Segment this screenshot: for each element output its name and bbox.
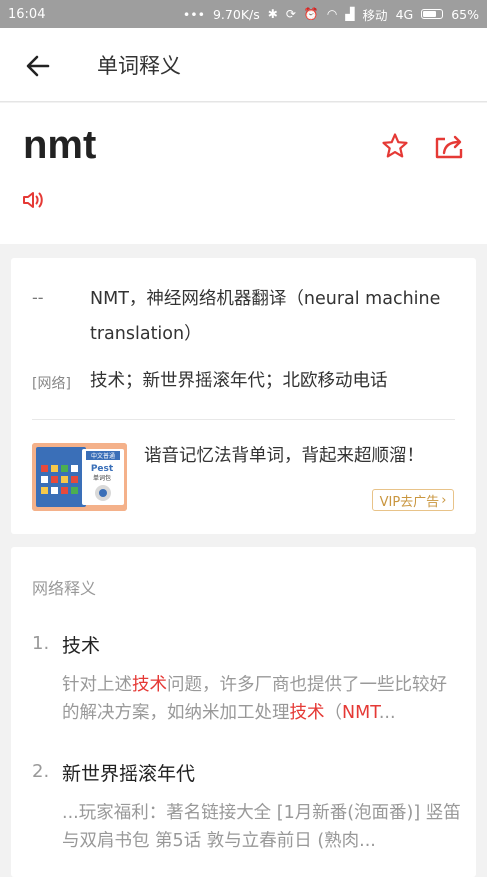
status-time: 16:04 <box>8 6 46 22</box>
entry-text: ... <box>378 703 396 723</box>
favorite-button[interactable] <box>380 131 410 161</box>
share-icon <box>435 135 463 159</box>
entry-number: 2. <box>32 761 50 782</box>
signal-icon: ▟ <box>345 7 355 21</box>
entry-term: 技术 <box>62 635 101 657</box>
ad-image-sub-text: 单词包 <box>93 474 111 482</box>
status-carrier: 移动 <box>362 7 388 23</box>
entry-text: ...玩家福利：著名链接大全 [1月新番(泡面番)] 竖笛与双肩书包 第5话 敦… <box>62 803 461 851</box>
highlight-text: NMT <box>342 703 379 723</box>
bluetooth-icon: ✱ <box>267 7 278 21</box>
entry-text: 针对上述 <box>62 675 132 695</box>
definition-pos: -- <box>32 288 44 307</box>
entry-number: 1. <box>32 633 50 654</box>
headword: nmt <box>23 123 97 167</box>
share-button[interactable] <box>432 131 466 163</box>
app-bar: 单词释义 <box>0 28 487 102</box>
status-dots: ••• <box>182 6 205 22</box>
rotation-lock-icon: ⟳ <box>285 7 296 21</box>
definition-card: -- NMT，神经网络机器翻译（neural machine translati… <box>11 258 476 534</box>
definition-text: 技术；新世界摇滚年代；北欧移动电话 <box>90 371 388 391</box>
alarm-icon: ⏰ <box>303 7 319 21</box>
status-network: 4G <box>395 6 414 22</box>
battery-icon <box>421 9 444 19</box>
highlight-text: 技术 <box>132 675 167 695</box>
chevron-right-icon: › <box>441 492 447 508</box>
network-definition-card: 网络释义 1. 技术 针对上述技术问题，许多厂商也提供了一些比较好的解决方案，如… <box>11 547 476 877</box>
ad-image-brand-text: Pest <box>91 464 114 474</box>
back-button[interactable] <box>22 50 54 82</box>
status-bar: 16:04 ••• 9.70K/s ✱ ⟳ ⏰ ◠ ▟ 移动 4G 65% <box>0 0 487 28</box>
section-title: 网络释义 <box>32 579 97 598</box>
ad-book-image: 中文普通 Pest 单词包 <box>32 443 127 511</box>
word-header: nmt <box>0 103 487 244</box>
divider <box>32 419 455 420</box>
wifi-icon: ◠ <box>326 7 338 21</box>
ad-image-top-text: 中文普通 <box>91 452 115 460</box>
speaker-icon <box>23 192 43 208</box>
definition-text: NMT，神经网络机器翻译（neural machine translation） <box>90 289 441 344</box>
definition-pos: [网络] <box>32 376 71 392</box>
page-title: 单词释义 <box>97 54 181 78</box>
entry-term: 新世界摇滚年代 <box>62 763 196 785</box>
ad-text[interactable]: 谐音记忆法背单词，背起来超顺溜！ <box>144 442 424 467</box>
status-speed: 9.70K/s <box>212 6 260 22</box>
entry-text: （ <box>324 703 343 723</box>
entry-body: ...玩家福利：著名链接大全 [1月新番(泡面番)] 竖笛与双肩书包 第5话 敦… <box>62 799 462 855</box>
remove-ads-label: VIP去广告 <box>379 494 440 510</box>
remove-ads-button[interactable]: VIP去广告 › <box>372 489 454 511</box>
entry-body: 针对上述技术问题，许多厂商也提供了一些比较好的解决方案，如纳米加工处理技术（NM… <box>62 671 462 727</box>
pronounce-button[interactable] <box>22 189 46 211</box>
star-icon <box>382 133 408 158</box>
status-battery: 65% <box>451 6 479 22</box>
back-arrow-icon <box>26 55 50 77</box>
ad-image[interactable]: 中文普通 Pest 单词包 <box>32 443 127 511</box>
highlight-text: 技术 <box>289 703 325 723</box>
status-icons: ••• 9.70K/s ✱ ⟳ ⏰ ◠ ▟ 移动 4G 65% <box>183 5 479 24</box>
